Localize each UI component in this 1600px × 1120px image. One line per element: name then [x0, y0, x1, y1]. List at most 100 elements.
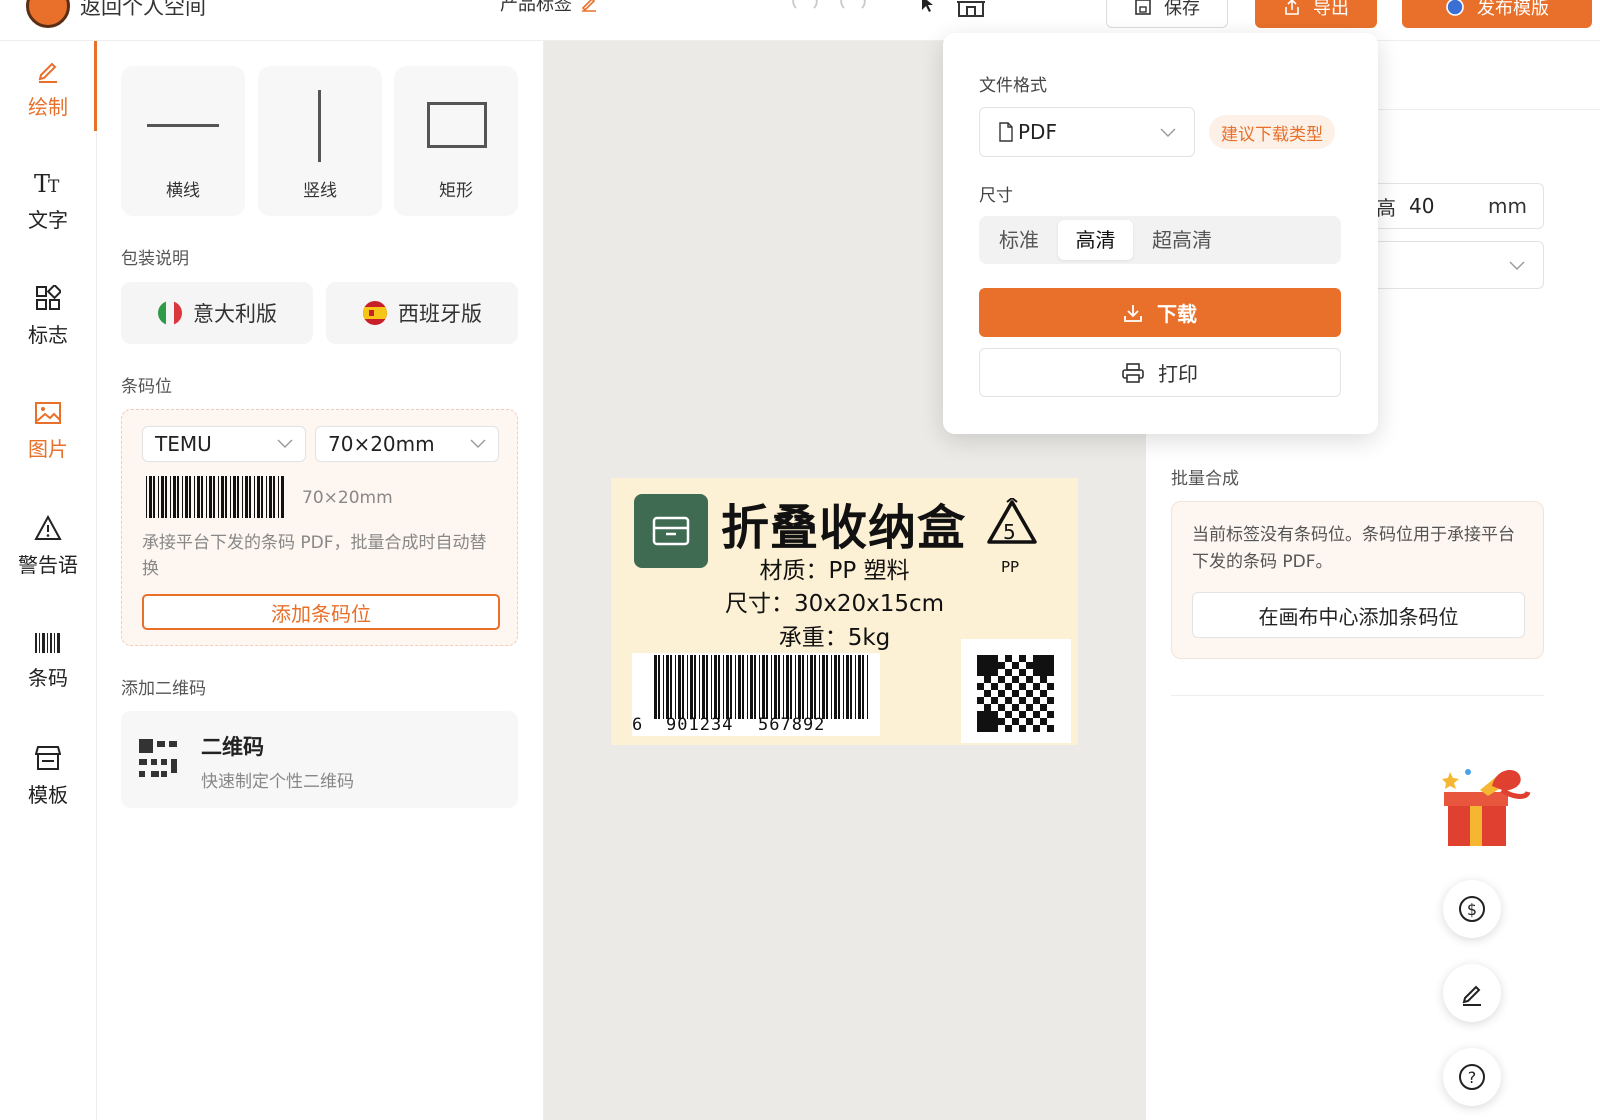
- qr-card-description: 快速制定个性二维码: [201, 772, 354, 792]
- right-select[interactable]: [1370, 241, 1544, 289]
- qr-code-card[interactable]: 二维码 快速制定个性二维码: [121, 711, 518, 808]
- platform-value: TEMU: [155, 432, 212, 456]
- barcode-digits-right: 567892: [758, 715, 826, 735]
- pencil-icon: [38, 62, 57, 83]
- tile-horizontal-line[interactable]: 横线: [121, 66, 245, 216]
- pricing-button[interactable]: $: [1443, 880, 1501, 938]
- add-barcode-slot-button[interactable]: 添加条码位: [142, 594, 500, 630]
- publish-icon: [1446, 0, 1464, 16]
- rail-label-image: 图片: [28, 436, 68, 461]
- right-top-divider: [1378, 109, 1600, 110]
- export-label: 导出: [1313, 0, 1349, 19]
- add-barcode-center-label: 在画布中心添加条码位: [1258, 604, 1459, 629]
- store-icon[interactable]: [956, 0, 986, 18]
- batch-card: 当前标签没有条码位。条码位用于承接平台下发的条码 PDF。 在画布中心添加条码位: [1171, 501, 1544, 659]
- print-button[interactable]: 打印: [979, 348, 1341, 397]
- tile-label-rectangle: 矩形: [439, 181, 473, 201]
- grid-shapes-icon: [36, 284, 61, 310]
- size-option-uhd[interactable]: 超高清: [1137, 220, 1227, 260]
- rail-item-image[interactable]: 图片: [0, 381, 96, 481]
- undo-icon[interactable]: [790, 0, 820, 14]
- size-segmented-control: 标准 高清 超高清: [979, 216, 1341, 264]
- rail-item-template[interactable]: 模板: [0, 726, 96, 826]
- tile-label-horizontal: 横线: [166, 181, 200, 201]
- italy-version-button[interactable]: 意大利版: [121, 282, 313, 344]
- printer-icon: [1122, 362, 1144, 383]
- rail-item-text[interactable]: TT 文字: [0, 151, 96, 251]
- file-format-label: 文件格式: [979, 76, 1047, 96]
- save-label: 保存: [1164, 0, 1200, 19]
- right-bottom-divider: [1171, 695, 1544, 696]
- publish-label: 发布模版: [1477, 0, 1549, 19]
- print-label: 打印: [1158, 362, 1198, 386]
- box-icon: [652, 516, 690, 546]
- cursor-icon[interactable]: [920, 0, 936, 14]
- rail-label-draw: 绘制: [28, 95, 68, 119]
- tile-label-vertical: 竖线: [303, 181, 337, 201]
- label-title: 折叠收纳盒: [721, 500, 967, 556]
- pencil-icon: [1462, 985, 1481, 1006]
- feedback-edit-button[interactable]: [1443, 964, 1501, 1022]
- height-unit: mm: [1488, 194, 1527, 218]
- recycle-number: 5: [1003, 520, 1016, 544]
- publish-template-button[interactable]: 发布模版: [1402, 0, 1592, 28]
- height-label: 高: [1376, 195, 1396, 220]
- rail-label-barcode: 条码: [28, 665, 68, 690]
- barcode-digits-left: 901234: [666, 715, 734, 735]
- redo-icon[interactable]: [838, 0, 868, 14]
- qr-section-title: 添加二维码: [121, 679, 206, 699]
- file-format-select[interactable]: PDF: [979, 107, 1195, 157]
- back-link[interactable]: 返回个人空间: [26, 0, 206, 28]
- label-size: 尺寸：30x20x15cm: [724, 591, 945, 617]
- chevron-down-icon: [470, 439, 486, 448]
- save-button[interactable]: 保存: [1106, 0, 1228, 28]
- height-value: 40: [1409, 194, 1435, 218]
- rail-item-barcode[interactable]: 条码: [0, 611, 96, 711]
- text-size-icon: TT: [34, 170, 60, 196]
- svg-text:?: ?: [1468, 1068, 1477, 1087]
- tile-rectangle[interactable]: 矩形: [394, 66, 518, 216]
- barcode-size-select[interactable]: 70×20mm: [315, 426, 499, 462]
- height-field[interactable]: 高 40 mm: [1370, 183, 1544, 229]
- product-label[interactable]: 折叠收纳盒 5 PP 材质：PP 塑料 尺寸：30x20x15cm 承重：5kg…: [611, 478, 1078, 745]
- rail-label-logo: 标志: [28, 322, 68, 347]
- barcode-slot-title: 条码位: [121, 377, 172, 397]
- rail-item-draw[interactable]: 绘制: [0, 46, 96, 131]
- dollar-icon: $: [1459, 896, 1485, 922]
- rail-label-text: 文字: [28, 207, 68, 232]
- store-icon: [35, 745, 61, 770]
- platform-select[interactable]: TEMU: [142, 426, 306, 462]
- barcode-preview: [146, 476, 284, 518]
- edit-icon: [581, 0, 596, 12]
- tile-vertical-line[interactable]: 竖线: [258, 66, 382, 216]
- barcode-slot-card: TEMU 70×20mm 70×20mm 承接平台下发的条码 PDF，批量合成时…: [121, 409, 518, 646]
- size-option-standard[interactable]: 标准: [979, 220, 1059, 260]
- italy-flag-icon: [158, 301, 182, 325]
- logo-icon: [26, 0, 70, 28]
- doc-title: 产品标签: [500, 0, 572, 15]
- suggested-type-label: 建议下载类型: [1221, 124, 1323, 145]
- download-icon: [1124, 304, 1142, 322]
- left-rail: 绘制 TT 文字 标志 图片 警告语 条码 模板: [0, 41, 97, 1120]
- barcode-size-value: 70×20mm: [328, 432, 435, 456]
- doc-title-group[interactable]: 产品标签: [500, 0, 598, 16]
- spain-version-button[interactable]: 西班牙版: [326, 282, 518, 344]
- barcode-slot-description: 承接平台下发的条码 PDF，批量合成时自动替换: [142, 533, 487, 579]
- rail-item-warning[interactable]: 警告语: [0, 496, 96, 596]
- add-barcode-center-button[interactable]: 在画布中心添加条码位: [1192, 592, 1525, 638]
- help-button[interactable]: ?: [1443, 1048, 1501, 1106]
- rail-item-logo[interactable]: 标志: [0, 266, 96, 366]
- pdf-file-icon: [999, 122, 1013, 142]
- packaging-title: 包装说明: [121, 249, 189, 269]
- gift-icon[interactable]: [1440, 762, 1532, 852]
- label-qr-code: [961, 639, 1071, 743]
- export-button[interactable]: 导出: [1255, 0, 1377, 28]
- export-popover: 文件格式 PDF 建议下载类型 尺寸 标准 高清 超高清 下载 打印: [943, 33, 1378, 434]
- chevron-down-icon: [1509, 261, 1525, 270]
- spain-flag-icon: [363, 301, 387, 325]
- export-icon: [1285, 0, 1299, 15]
- download-button[interactable]: 下载: [979, 288, 1341, 337]
- italy-label: 意大利版: [193, 302, 277, 326]
- svg-text:T: T: [48, 177, 60, 196]
- size-option-hd[interactable]: 高清: [1058, 220, 1133, 260]
